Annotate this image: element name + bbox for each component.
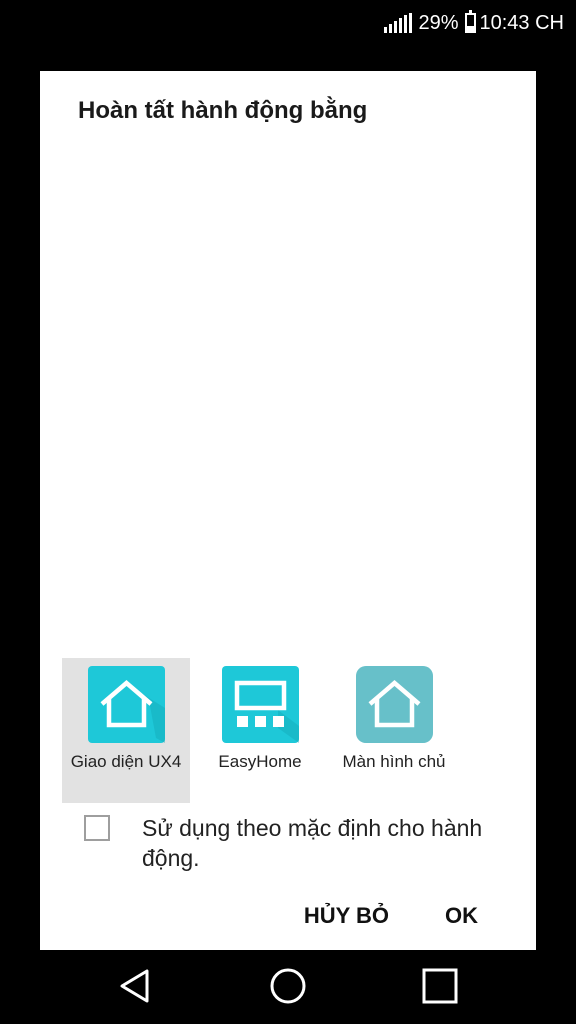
app-item-easyhome[interactable]: EasyHome: [196, 658, 324, 803]
navigation-bar: [0, 950, 576, 1024]
default-checkbox[interactable]: [84, 815, 110, 841]
app-label: Giao diện UX4: [70, 752, 182, 771]
back-icon[interactable]: [106, 956, 166, 1016]
default-checkbox-label: Sử dụng theo mặc định cho hành động.: [142, 815, 483, 871]
app-label: Màn hình chủ: [342, 752, 446, 771]
clock: 10:43 CH: [479, 11, 565, 34]
battery-icon: [464, 10, 476, 33]
signal-icon: [384, 13, 413, 33]
recents-icon[interactable]: [410, 956, 470, 1016]
chooser-dialog: Hoàn tất hành động bằng Giao diện UX4 Ea…: [40, 71, 536, 950]
home-outline-icon: [356, 666, 433, 743]
battery-percent: 29%: [418, 11, 459, 34]
home-icon: [88, 666, 165, 743]
dialog-actions: HỦY BỎ OK: [304, 903, 478, 929]
ok-button[interactable]: OK: [445, 903, 478, 929]
status-bar: 29% 10:43 CH: [0, 0, 576, 46]
cancel-button[interactable]: HỦY BỎ: [304, 903, 389, 929]
easyhome-icon: [222, 666, 299, 743]
dialog-title: Hoàn tất hành động bằng: [78, 97, 368, 124]
home-circle-icon[interactable]: [258, 956, 318, 1016]
app-item-man-hinh-chu[interactable]: Màn hình chủ: [330, 658, 458, 803]
app-label: EasyHome: [218, 752, 302, 771]
app-list: Giao diện UX4 EasyHome Màn hình chủ: [62, 658, 464, 803]
app-item-ux4-home[interactable]: Giao diện UX4: [62, 658, 190, 803]
screen: 29% 10:43 CH Hoàn tất hành động bằng Gia…: [0, 0, 576, 1024]
